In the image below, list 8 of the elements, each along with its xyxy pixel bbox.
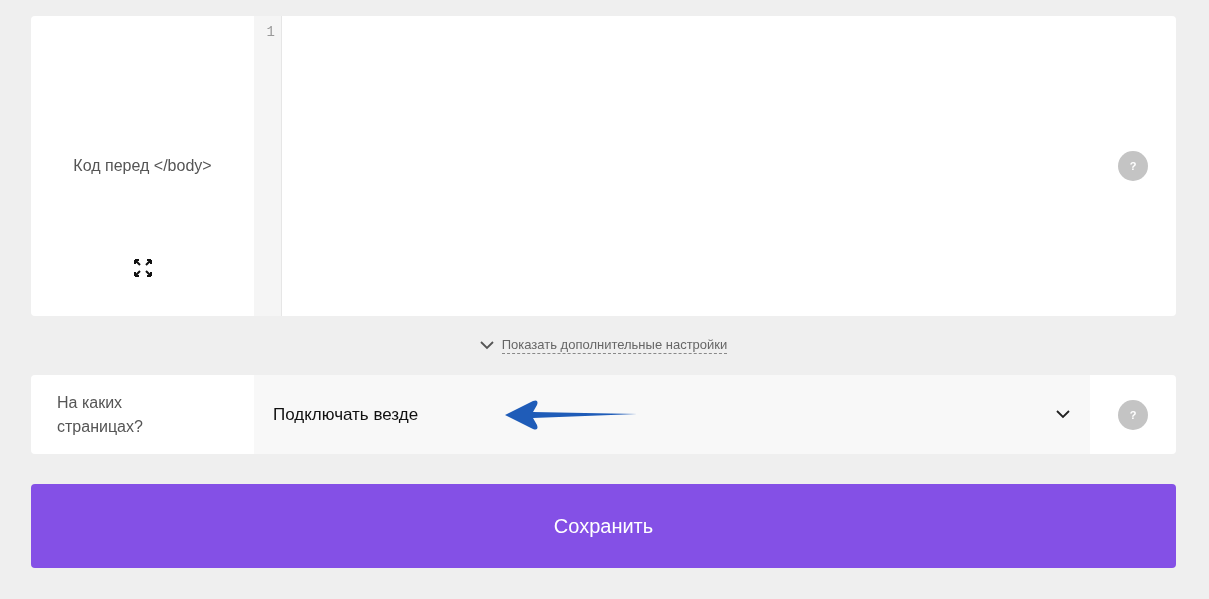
save-button[interactable]: Сохранить — [31, 484, 1176, 568]
line-number: 1 — [266, 24, 275, 40]
field-label: Код перед </body> — [73, 156, 212, 177]
pages-select[interactable]: Подключать везде — [254, 375, 1090, 454]
more-settings-link[interactable]: Показать дополнительные настройки — [501, 337, 728, 354]
chevron-icon — [1056, 410, 1070, 419]
fullscreen-icon[interactable] — [132, 258, 153, 278]
field-label: На каких страницах? — [57, 393, 144, 437]
